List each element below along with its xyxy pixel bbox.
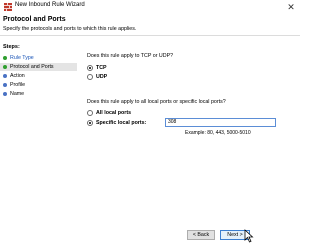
sidebar-item-label: Name bbox=[10, 91, 25, 97]
udp-label: UDP bbox=[96, 74, 108, 80]
sidebar-item-action: Action bbox=[0, 72, 77, 80]
firewall-icon bbox=[4, 3, 12, 11]
all-ports-radio[interactable] bbox=[87, 110, 93, 116]
all-ports-radio-option[interactable]: All local ports bbox=[87, 109, 167, 117]
steps-sidebar: Steps: Rule Type Protocol and Ports Acti… bbox=[0, 37, 77, 245]
steps-heading: Steps: bbox=[3, 44, 20, 50]
main-panel: Does this rule apply to TCP or UDP? TCP … bbox=[78, 37, 300, 245]
window-title: New Inbound Rule Wizard bbox=[15, 2, 85, 8]
sidebar-item-protocol-and-ports[interactable]: Protocol and Ports bbox=[0, 63, 77, 71]
step-complete-icon bbox=[3, 56, 7, 60]
tcp-radio-option[interactable]: TCP bbox=[87, 64, 147, 72]
tcp-radio[interactable] bbox=[87, 65, 93, 71]
wizard-header: Protocol and Ports Specify the protocols… bbox=[0, 14, 300, 36]
sidebar-item-label: Protocol and Ports bbox=[10, 64, 54, 70]
specific-ports-input[interactable]: 308 bbox=[165, 118, 276, 127]
step-pending-icon bbox=[3, 92, 7, 96]
sidebar-item-label: Action bbox=[10, 73, 25, 79]
title-bar: New Inbound Rule Wizard ✕ bbox=[0, 0, 300, 14]
sidebar-item-rule-type[interactable]: Rule Type bbox=[0, 54, 77, 62]
sidebar-item-label: Profile bbox=[10, 82, 26, 88]
udp-radio[interactable] bbox=[87, 74, 93, 80]
sidebar-item-label: Rule Type bbox=[10, 55, 34, 61]
mouse-pointer-icon bbox=[244, 229, 254, 243]
step-pending-icon bbox=[3, 74, 7, 78]
wizard-window: New Inbound Rule Wizard ✕ Protocol and P… bbox=[0, 0, 300, 245]
back-button[interactable]: < Back bbox=[187, 230, 215, 240]
step-pending-icon bbox=[3, 83, 7, 87]
sidebar-item-profile: Profile bbox=[0, 81, 77, 89]
close-button[interactable]: ✕ bbox=[285, 1, 297, 13]
protocol-question: Does this rule apply to TCP or UDP? bbox=[87, 53, 174, 59]
sidebar-item-name: Name bbox=[0, 90, 77, 98]
specific-ports-radio[interactable] bbox=[87, 120, 93, 126]
page-title: Protocol and Ports bbox=[3, 16, 66, 23]
page-description: Specify the protocols and ports to which… bbox=[3, 26, 137, 32]
step-current-icon bbox=[3, 65, 7, 69]
tcp-label: TCP bbox=[96, 65, 107, 71]
ports-question: Does this rule apply to all local ports … bbox=[87, 99, 226, 105]
udp-radio-option[interactable]: UDP bbox=[87, 73, 147, 81]
ports-example-text: Example: 80, 443, 5000-5010 bbox=[185, 130, 251, 136]
all-ports-label: All local ports bbox=[96, 110, 132, 116]
specific-ports-label: Specific local ports: bbox=[96, 120, 147, 126]
specific-ports-radio-option[interactable]: Specific local ports: bbox=[87, 119, 167, 127]
